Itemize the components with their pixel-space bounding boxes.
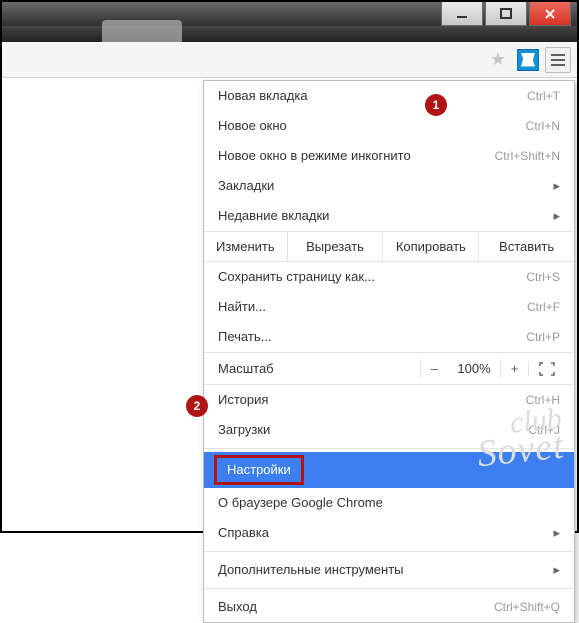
menu-incognito[interactable]: Новое окно в режиме инкогнито Ctrl+Shift… [204, 141, 574, 171]
fullscreen-button[interactable] [528, 362, 564, 376]
menu-separator [204, 551, 574, 552]
chrome-main-menu: Новая вкладка Ctrl+T Новое окно Ctrl+N Н… [203, 80, 575, 623]
hamburger-icon [550, 53, 566, 67]
extension-icon [517, 49, 539, 71]
menu-item-label: Загрузки [218, 421, 528, 439]
menu-item-label: Настройки [214, 455, 304, 485]
menu-item-label: Дополнительные инструменты [218, 561, 547, 579]
menu-history[interactable]: История Ctrl+H [204, 385, 574, 415]
annotation-marker-1: 1 [425, 94, 447, 116]
menu-find[interactable]: Найти... Ctrl+F [204, 292, 574, 322]
menu-item-shortcut: Ctrl+H [526, 391, 560, 409]
menu-item-shortcut: Ctrl+Shift+N [495, 147, 560, 165]
menu-item-label: Закладки [218, 177, 547, 195]
extension-button[interactable] [515, 47, 541, 73]
zoom-in-button[interactable]: + [500, 359, 528, 378]
chevron-right-icon: ▸ [553, 524, 560, 542]
menu-item-shortcut: Ctrl+F [527, 298, 560, 316]
window-close-button[interactable] [529, 2, 571, 26]
menu-item-shortcut: Ctrl+S [526, 268, 560, 286]
menu-separator [204, 448, 574, 449]
window-maximize-button[interactable] [485, 2, 527, 26]
menu-print[interactable]: Печать... Ctrl+P [204, 322, 574, 352]
menu-item-label: Найти... [218, 298, 527, 316]
menu-downloads[interactable]: Загрузки Ctrl+J [204, 415, 574, 445]
menu-cut-button[interactable]: Вырезать [287, 232, 383, 261]
menu-copy-button[interactable]: Копировать [382, 232, 478, 261]
tab-strip [2, 26, 577, 42]
menu-zoom-row: Масштаб – 100% + [204, 352, 574, 385]
menu-item-shortcut: Ctrl+P [526, 328, 560, 346]
menu-new-window[interactable]: Новое окно Ctrl+N [204, 111, 574, 141]
fullscreen-icon [539, 362, 555, 376]
bookmark-star-button[interactable]: ★ [485, 47, 511, 73]
menu-save-as[interactable]: Сохранить страницу как... Ctrl+S [204, 262, 574, 292]
star-icon: ★ [490, 49, 506, 70]
menu-item-label: История [218, 391, 526, 409]
zoom-percent: 100% [448, 359, 500, 378]
menu-item-label: Выход [218, 598, 494, 616]
menu-item-label: О браузере Google Chrome [218, 494, 560, 512]
main-menu-button[interactable] [545, 47, 571, 73]
menu-about-chrome[interactable]: О браузере Google Chrome [204, 488, 574, 518]
menu-item-shortcut: Ctrl+T [527, 87, 560, 105]
chevron-right-icon: ▸ [553, 177, 560, 195]
zoom-out-button[interactable]: – [420, 359, 448, 378]
chevron-right-icon: ▸ [553, 207, 560, 225]
menu-new-tab[interactable]: Новая вкладка Ctrl+T [204, 81, 574, 111]
menu-paste-button[interactable]: Вставить [478, 232, 574, 261]
menu-separator [204, 588, 574, 589]
menu-edit-row: Изменить Вырезать Копировать Вставить [204, 231, 574, 262]
browser-tab[interactable] [102, 20, 182, 42]
menu-item-label: Печать... [218, 328, 526, 346]
menu-help[interactable]: Справка ▸ [204, 518, 574, 548]
menu-bookmarks[interactable]: Закладки ▸ [204, 171, 574, 201]
menu-item-label: Справка [218, 524, 547, 542]
menu-item-label: Новое окно в режиме инкогнито [218, 147, 495, 165]
menu-item-shortcut: Ctrl+N [526, 117, 560, 135]
menu-item-label: Сохранить страницу как... [218, 268, 526, 286]
menu-item-label: Недавние вкладки [218, 207, 547, 225]
menu-zoom-label: Масштаб [218, 361, 420, 376]
menu-recent-tabs[interactable]: Недавние вкладки ▸ [204, 201, 574, 231]
annotation-marker-2: 2 [186, 395, 208, 417]
menu-item-label: Новое окно [218, 117, 526, 135]
menu-item-shortcut: Ctrl+J [528, 421, 560, 439]
menu-exit[interactable]: Выход Ctrl+Shift+Q [204, 592, 574, 622]
menu-edit-label: Изменить [204, 232, 287, 261]
chevron-right-icon: ▸ [553, 561, 560, 579]
menu-more-tools[interactable]: Дополнительные инструменты ▸ [204, 555, 574, 585]
menu-item-shortcut: Ctrl+Shift+Q [494, 598, 560, 616]
browser-toolbar: ★ [2, 42, 577, 78]
menu-item-label: Новая вкладка [218, 87, 527, 105]
menu-settings[interactable]: Настройки [204, 452, 574, 488]
window-titlebar [2, 2, 577, 26]
window-minimize-button[interactable] [441, 2, 483, 26]
